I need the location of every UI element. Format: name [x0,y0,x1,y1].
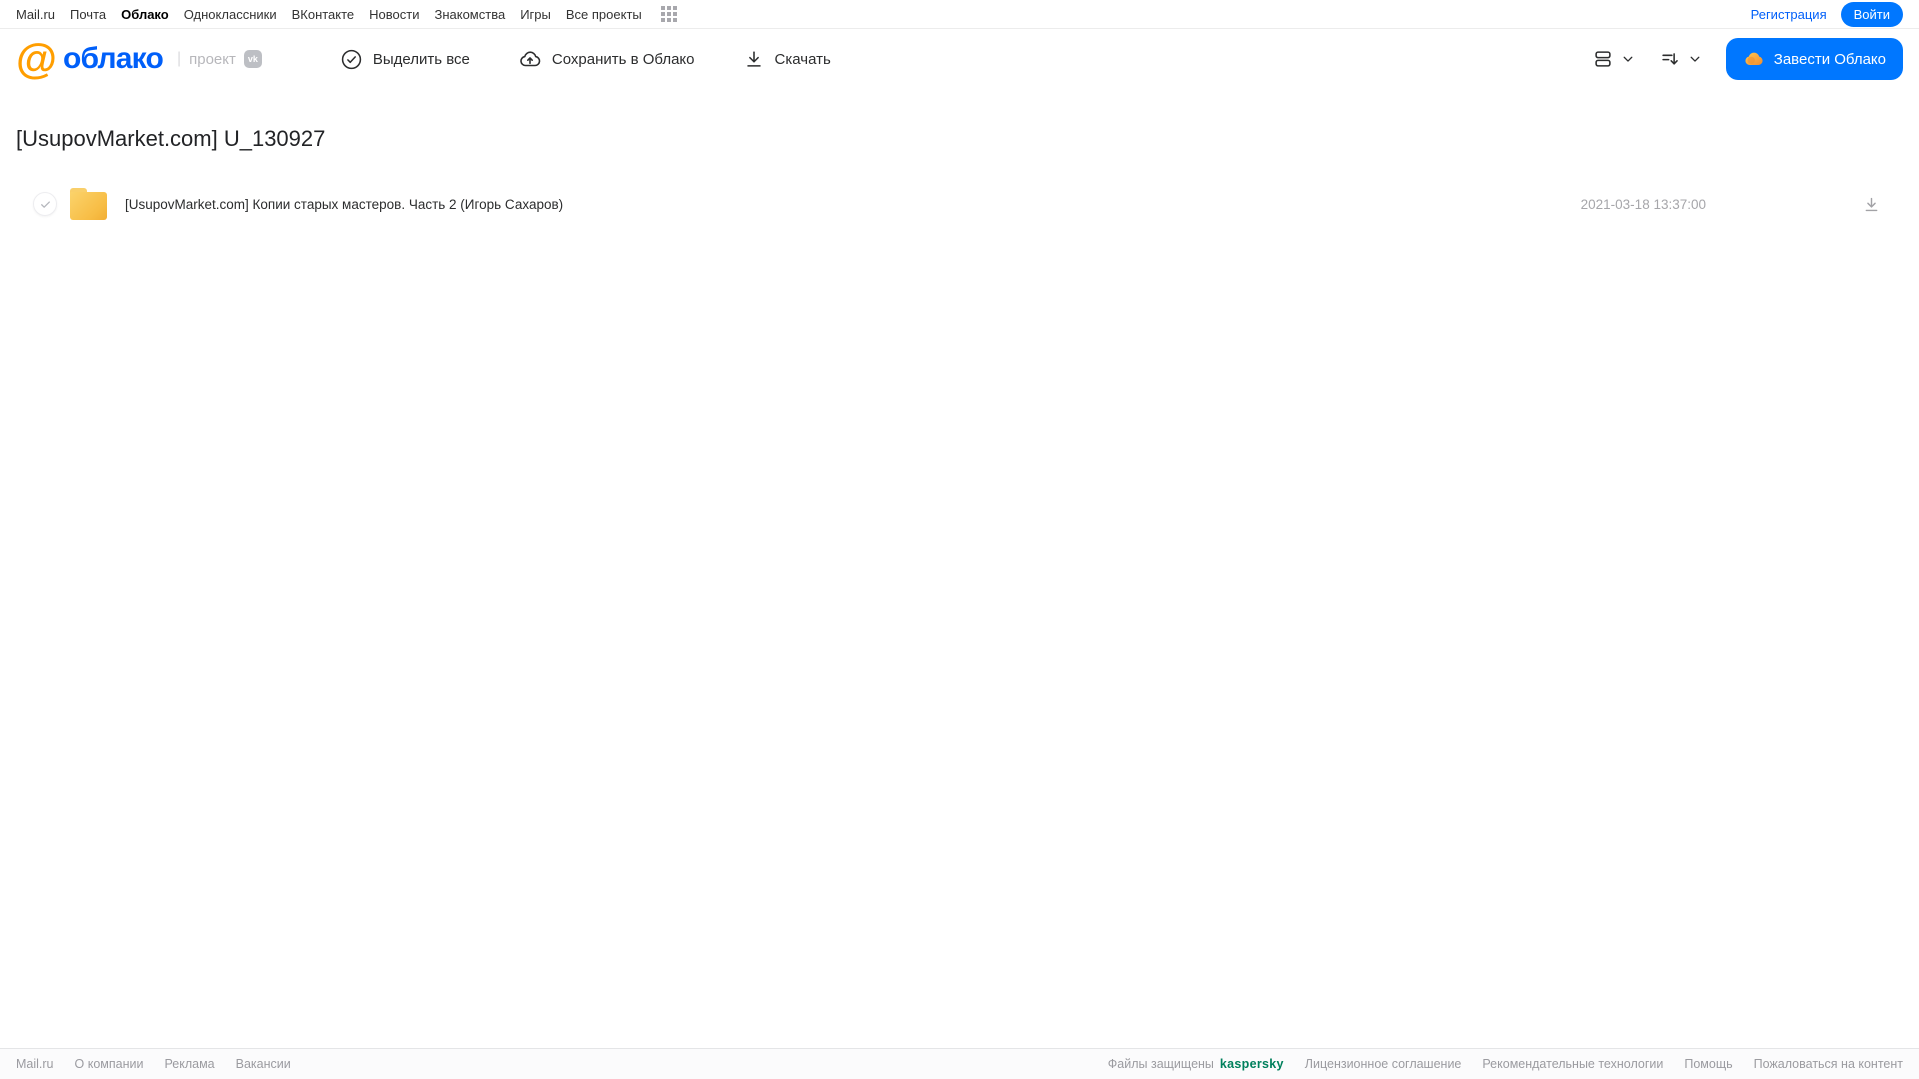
topbar-link-dating[interactable]: Знакомства [434,7,505,22]
cloud-upload-icon [518,47,542,71]
sort-selector[interactable] [1659,48,1702,70]
topbar-link-vkontakte[interactable]: ВКонтакте [292,7,355,22]
file-date: 2021-03-18 13:37:00 [1580,196,1706,212]
save-to-cloud-label: Сохранить в Облако [551,50,695,68]
footer-right-links: Файлы защищены kaspersky Лицензионное со… [1108,1057,1903,1071]
cloud-logo-text: облако [62,42,164,75]
file-row[interactable]: [UsupovMarket.com] Копии старых мастеров… [16,179,1903,229]
topbar-link-mailru[interactable]: Mail.ru [16,7,55,22]
portal-nav: Mail.ru Почта Облако Одноклассники ВКонт… [16,6,677,22]
topbar-link-all-projects[interactable]: Все проекты [566,7,642,22]
main-content: [UsupovMarket.com] U_130927 [UsupovMarke… [0,93,1919,1048]
select-all-label: Выделить все [372,50,470,68]
get-cloud-button[interactable]: Завести Облако [1725,38,1903,80]
list-view-icon [1592,48,1614,70]
download-label: Скачать [774,50,831,68]
topbar-link-news[interactable]: Новости [369,7,419,22]
check-circle-icon [340,48,363,71]
select-all-button[interactable]: Выделить все [340,48,470,71]
download-icon [743,48,765,70]
footer-link-jobs[interactable]: Вакансии [236,1057,291,1071]
footer-link-about[interactable]: О компании [75,1057,144,1071]
cloud-logo[interactable]: @ облако [16,35,164,82]
save-to-cloud-button[interactable]: Сохранить в Облако [518,47,695,71]
files-protected-label: Файлы защищены kaspersky [1108,1057,1284,1071]
apps-grid-icon[interactable] [660,6,677,22]
row-download-icon[interactable] [1862,195,1881,214]
footer-link-help[interactable]: Помощь [1684,1057,1732,1071]
project-label-group: | проект vk [177,50,262,68]
footer-link-mailru[interactable]: Mail.ru [16,1057,54,1071]
chevron-down-icon [1621,52,1635,66]
footer-link-ads[interactable]: Реклама [164,1057,214,1071]
cloud-header: @ облако | проект vk Выделить все Сохран… [0,29,1919,93]
folder-name-link[interactable]: [UsupovMarket.com] Копии старых мастеров… [125,197,1581,212]
orange-cloud-icon [1743,48,1765,70]
footer-link-recommendations[interactable]: Рекомендательные технологии [1482,1057,1663,1071]
footer-link-license[interactable]: Лицензионное соглашение [1305,1057,1462,1071]
files-protected-text: Файлы защищены [1107,1057,1214,1071]
download-button[interactable]: Скачать [743,48,831,70]
topbar-link-odnoklassniki[interactable]: Одноклассники [184,7,277,22]
project-label: проект [189,50,236,68]
chevron-down-icon [1688,52,1702,66]
topbar-link-mail[interactable]: Почта [70,7,106,22]
folder-icon[interactable] [70,188,107,220]
view-mode-selector[interactable] [1592,48,1635,70]
page-title: [UsupovMarket.com] U_130927 [16,126,326,151]
row-checkbox[interactable] [33,192,57,216]
sort-icon [1659,48,1681,70]
mailru-at-icon: @ [16,35,57,82]
footer-link-report[interactable]: Пожаловаться на контент [1754,1057,1903,1071]
vk-badge-icon: vk [243,50,262,68]
topbar-link-cloud[interactable]: Облако [121,7,169,22]
portal-topbar: Mail.ru Почта Облако Одноклассники ВКонт… [0,0,1919,29]
login-button[interactable]: Войти [1840,1,1903,27]
kaspersky-logo: kaspersky [1219,1057,1284,1071]
logo-divider: | [176,50,182,67]
get-cloud-label: Завести Облако [1773,50,1886,68]
file-toolbar: Выделить все Сохранить в Облако Скачать [340,47,831,71]
footer-left-links: Mail.ru О компании Реклама Вакансии [16,1057,291,1071]
topbar-link-games[interactable]: Игры [520,7,551,22]
registration-link[interactable]: Регистрация [1751,7,1827,22]
page-footer: Mail.ru О компании Реклама Вакансии Файл… [0,1048,1919,1079]
